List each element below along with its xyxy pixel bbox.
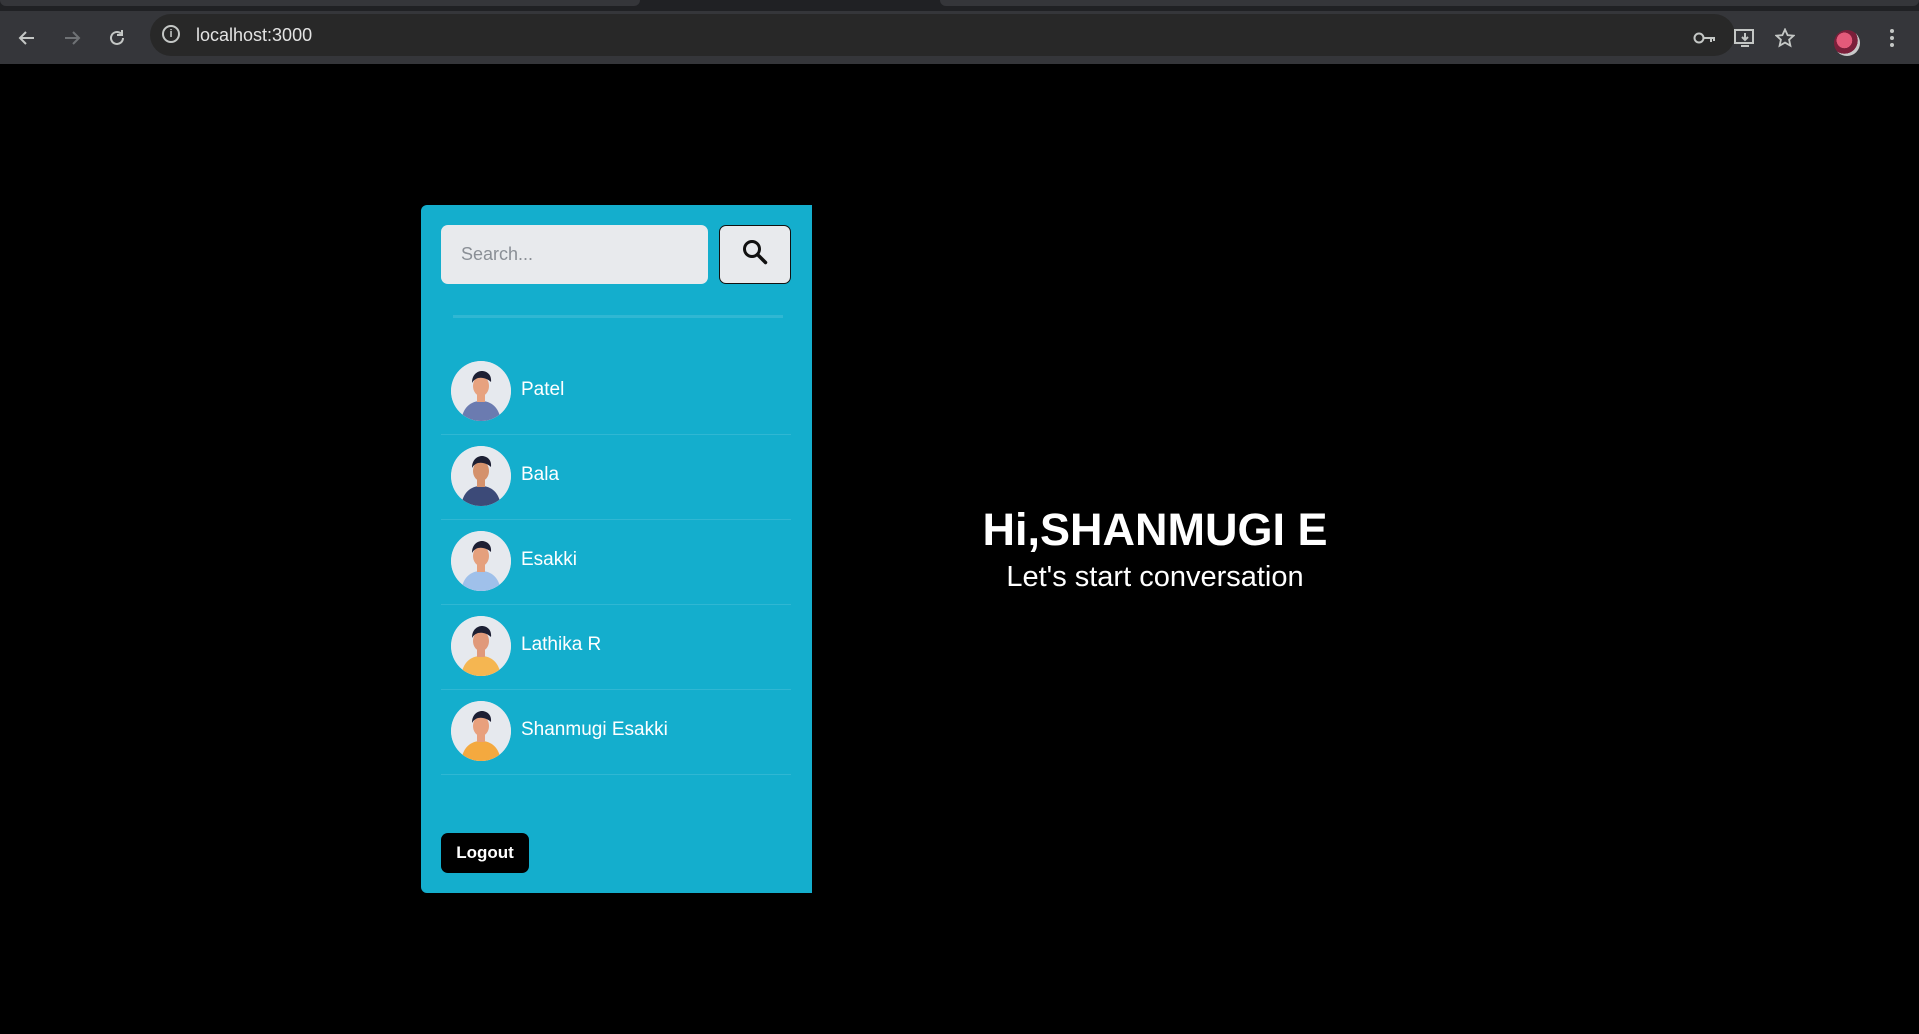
user-list-item[interactable]: Shanmugi Esakki: [441, 690, 791, 775]
url-text[interactable]: localhost:3000: [196, 25, 312, 46]
bookmark-star-icon[interactable]: [1769, 22, 1801, 54]
tab-edge: [0, 0, 640, 6]
menu-kebab-icon[interactable]: [1876, 22, 1908, 54]
address-bar[interactable]: i localhost:3000: [150, 14, 1735, 56]
tab-edge: [940, 0, 1919, 6]
user-list-item[interactable]: Lathika R: [441, 605, 791, 690]
welcome-message: Hi,SHANMUGI E Let's start conversation: [860, 500, 1450, 594]
search-button[interactable]: [719, 225, 791, 284]
password-key-icon[interactable]: [1689, 22, 1721, 54]
greeting-subtitle: Let's start conversation: [1006, 561, 1304, 593]
avatar-man-light-shirt: [451, 531, 511, 591]
user-name: Esakki: [521, 549, 577, 570]
user-list: Patel Bala Esakki Lathika R Shanmugi Esakki: [441, 350, 791, 775]
logout-button[interactable]: Logout: [441, 833, 529, 873]
avatar-man-jacket: [451, 446, 511, 506]
site-info-icon[interactable]: i: [162, 25, 180, 43]
avatar-woman-yellow: [451, 616, 511, 676]
browser-toolbar: i localhost:3000: [0, 11, 1919, 64]
greeting-title: Hi,SHANMUGI E: [982, 504, 1328, 555]
user-list-item[interactable]: Bala: [441, 435, 791, 520]
avatar-man-dark-hair: [451, 361, 511, 421]
divider: [453, 315, 783, 318]
tab-strip: [0, 0, 1919, 11]
contacts-sidebar: PatelBalaEsakkiLathika RShanmugi Esakki …: [421, 205, 812, 893]
user-name: Shanmugi Esakki: [521, 719, 668, 740]
user-list-item[interactable]: Patel: [441, 350, 791, 435]
user-name: Lathika R: [521, 634, 602, 655]
search-input[interactable]: [441, 225, 708, 284]
profile-avatar[interactable]: [1834, 30, 1860, 56]
search-icon: [741, 238, 769, 271]
user-name: Patel: [521, 379, 565, 400]
avatar-woman-bun: [451, 701, 511, 761]
browser-chrome: i localhost:3000: [0, 0, 1919, 64]
back-icon[interactable]: [11, 22, 43, 54]
user-list-item[interactable]: Esakki: [441, 520, 791, 605]
reload-icon[interactable]: [101, 22, 133, 54]
user-name: Bala: [521, 464, 560, 485]
forward-icon[interactable]: [56, 22, 88, 54]
install-app-icon[interactable]: [1729, 22, 1761, 54]
